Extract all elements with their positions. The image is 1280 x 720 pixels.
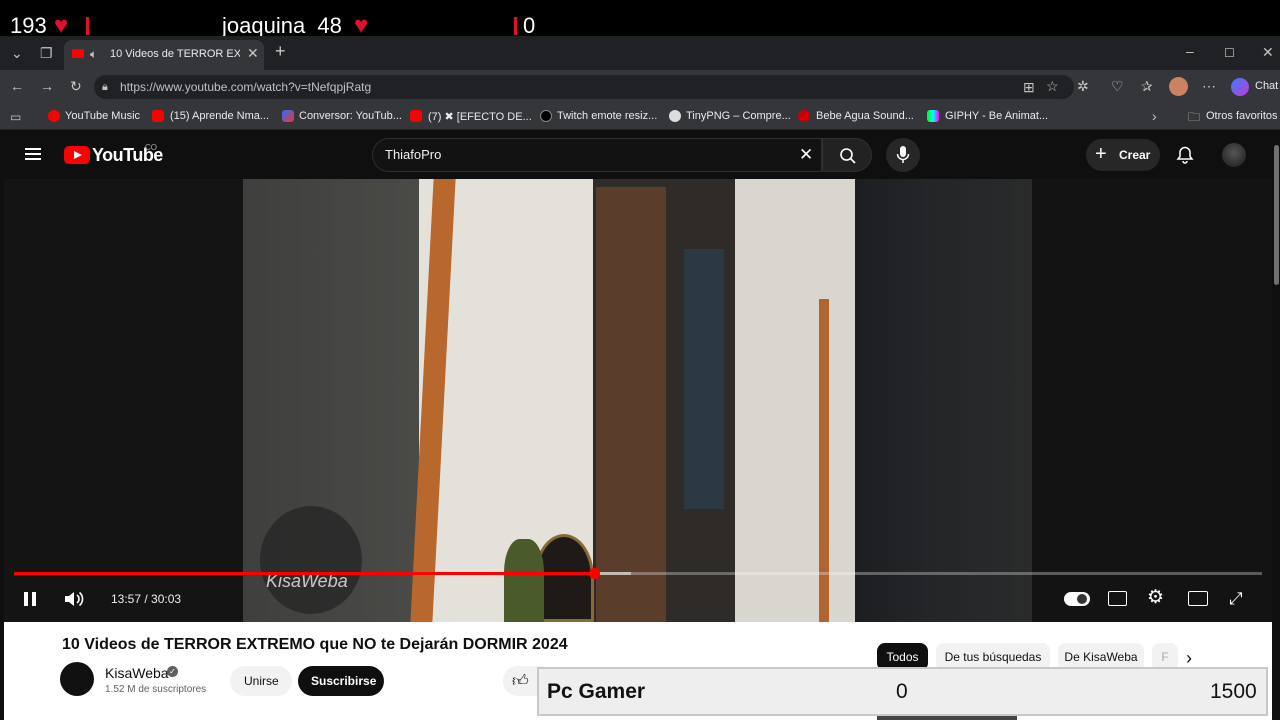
verified-icon: ✓: [167, 666, 178, 677]
app-available-icon[interactable]: ⊞: [1023, 80, 1035, 94]
goal-label: Pc Gamer: [547, 680, 646, 703]
play-icon: [74, 151, 82, 159]
favorite-star-icon[interactable]: ☆: [1046, 79, 1059, 93]
workspaces-icon[interactable]: ❐: [40, 46, 53, 60]
overlay-counter: 0: [523, 13, 536, 38]
site-info-icon[interactable]: 🔒︎: [102, 80, 108, 94]
search-input[interactable]: ThiafoPro: [385, 147, 441, 162]
bebe-agua-icon: [798, 110, 810, 122]
scrollbar-thumb[interactable]: [1274, 145, 1279, 285]
minimize-icon[interactable]: –: [1186, 44, 1194, 58]
search-icon: [840, 148, 856, 164]
favorites-icon[interactable]: ✰: [1141, 79, 1153, 93]
autoplay-toggle[interactable]: [1064, 592, 1090, 606]
copilot-icon[interactable]: [1231, 78, 1249, 96]
profile-avatar[interactable]: [1169, 77, 1188, 96]
join-label: Unirse: [244, 674, 279, 688]
video-frame-dark-right: [1032, 179, 1272, 622]
youtube-favicon-icon: [72, 49, 84, 58]
overlay-bar-marker: [514, 17, 517, 35]
voice-search-button[interactable]: [886, 138, 920, 172]
theater-mode-icon[interactable]: [1188, 591, 1208, 606]
video-title: 10 Videos de TERROR EXTREMO que NO te De…: [62, 636, 568, 653]
create-button[interactable]: + Crear: [1086, 139, 1160, 171]
maximize-icon[interactable]: ☐: [1224, 46, 1235, 60]
chips-next-icon[interactable]: ›: [1186, 648, 1192, 669]
folder-icon: 🗀︎: [1188, 110, 1201, 124]
chevron-down-icon[interactable]: ⌄: [11, 46, 23, 60]
bookmark-item[interactable]: Twitch emote resiz...: [557, 110, 657, 122]
twitch-emote-icon: [540, 110, 552, 122]
chat-label[interactable]: Chat: [1255, 80, 1278, 92]
close-window-icon[interactable]: ✕: [1262, 45, 1274, 59]
progress-played: [14, 572, 595, 575]
sidebar-toggle-icon[interactable]: ▭: [10, 110, 21, 124]
giphy-icon: [927, 110, 939, 122]
country-code: CO: [145, 143, 157, 152]
microphone-icon: [896, 146, 910, 163]
subscribe-label: Suscribirse: [311, 674, 377, 688]
menu-icon[interactable]: [25, 148, 41, 150]
new-tab-icon[interactable]: +: [275, 42, 286, 60]
close-tab-icon[interactable]: ✕: [247, 46, 259, 60]
time-display: 13:57 / 30:03: [111, 592, 182, 606]
goal-current: 0: [896, 680, 908, 703]
video-frame-door: [596, 187, 666, 622]
channel-avatar[interactable]: [60, 662, 94, 696]
volume-icon[interactable]: [63, 589, 85, 609]
stream-overlay-bar: [0, 0, 1280, 36]
fullscreen-icon[interactable]: ⤢: [1229, 589, 1243, 609]
overlay-username: joaquina_48: [222, 13, 342, 38]
speaker-icon[interactable]: 🔈︎: [90, 47, 97, 61]
video-frame-plant: [504, 539, 544, 622]
bookmark-item[interactable]: YouTube Music: [65, 110, 140, 122]
back-icon[interactable]: ←: [10, 79, 24, 93]
bookmark-item[interactable]: Conversor: YouTub...: [299, 110, 402, 122]
search-button[interactable]: [822, 138, 872, 172]
overlay-bar-marker: [86, 17, 89, 35]
clear-search-icon[interactable]: ✕: [799, 145, 813, 165]
reload-icon[interactable]: ↻: [70, 79, 82, 93]
bookmark-item[interactable]: Bebe Agua Sound...: [816, 110, 914, 122]
video-player[interactable]: KisaWeba: [4, 179, 1272, 622]
video-frame-dark-left: [4, 179, 244, 622]
video-frame-wall-right: [735, 179, 855, 622]
forward-icon[interactable]: →: [40, 79, 54, 93]
bookmark-item[interactable]: (7) ✖ [EFECTO DE...: [428, 110, 532, 123]
likes-count: 193: [10, 13, 47, 38]
channel-name[interactable]: KisaWeba: [105, 665, 169, 681]
chevron-right-icon[interactable]: ›: [1152, 109, 1157, 123]
autoplay-knob: [1077, 594, 1087, 604]
url-text[interactable]: https://www.youtube.com/watch?v=tNefqpjR…: [120, 80, 371, 94]
plus-icon: +: [1095, 143, 1107, 165]
browser-essentials-icon[interactable]: ♡: [1111, 79, 1124, 93]
channel-watermark: [260, 506, 362, 614]
other-bookmarks[interactable]: Otros favoritos: [1206, 110, 1278, 122]
bookmark-item[interactable]: TinyPNG – Compre...: [686, 110, 791, 122]
notifications-icon[interactable]: [1176, 146, 1194, 164]
tab-title: 10 Videos de TERROR EXTREMO: [110, 48, 240, 60]
youtube-music-icon: [48, 110, 60, 122]
youtube-logo-icon[interactable]: [64, 146, 90, 164]
video-frame-dark-panel: [855, 179, 1035, 622]
settings-gear-icon[interactable]: ⚙: [1147, 587, 1164, 609]
subtitles-icon[interactable]: [1108, 591, 1127, 606]
video-frame-room: [684, 249, 724, 509]
subscribe-button[interactable]: Suscribirse: [298, 666, 384, 696]
more-options-icon[interactable]: ⋯: [1202, 79, 1216, 93]
account-avatar[interactable]: [1222, 143, 1246, 167]
thumbs-up-icon: 👍︎: [512, 673, 529, 690]
tinypng-icon: [669, 110, 681, 122]
pause-icon[interactable]: [24, 592, 28, 606]
extensions-icon[interactable]: ✲: [1077, 79, 1089, 93]
create-label: Crear: [1119, 148, 1151, 162]
goal-target: 1500: [1210, 680, 1257, 703]
youtube-favicon-icon: [152, 110, 164, 122]
bookmark-item[interactable]: (15) Aprende Nma...: [170, 110, 269, 122]
join-button[interactable]: Unirse: [230, 666, 292, 696]
youtube-favicon-icon: [410, 110, 422, 122]
converter-icon: [282, 110, 294, 122]
subscriber-count: 1.52 M de suscriptores: [105, 684, 207, 695]
bookmark-item[interactable]: GIPHY - Be Animat...: [945, 110, 1048, 122]
